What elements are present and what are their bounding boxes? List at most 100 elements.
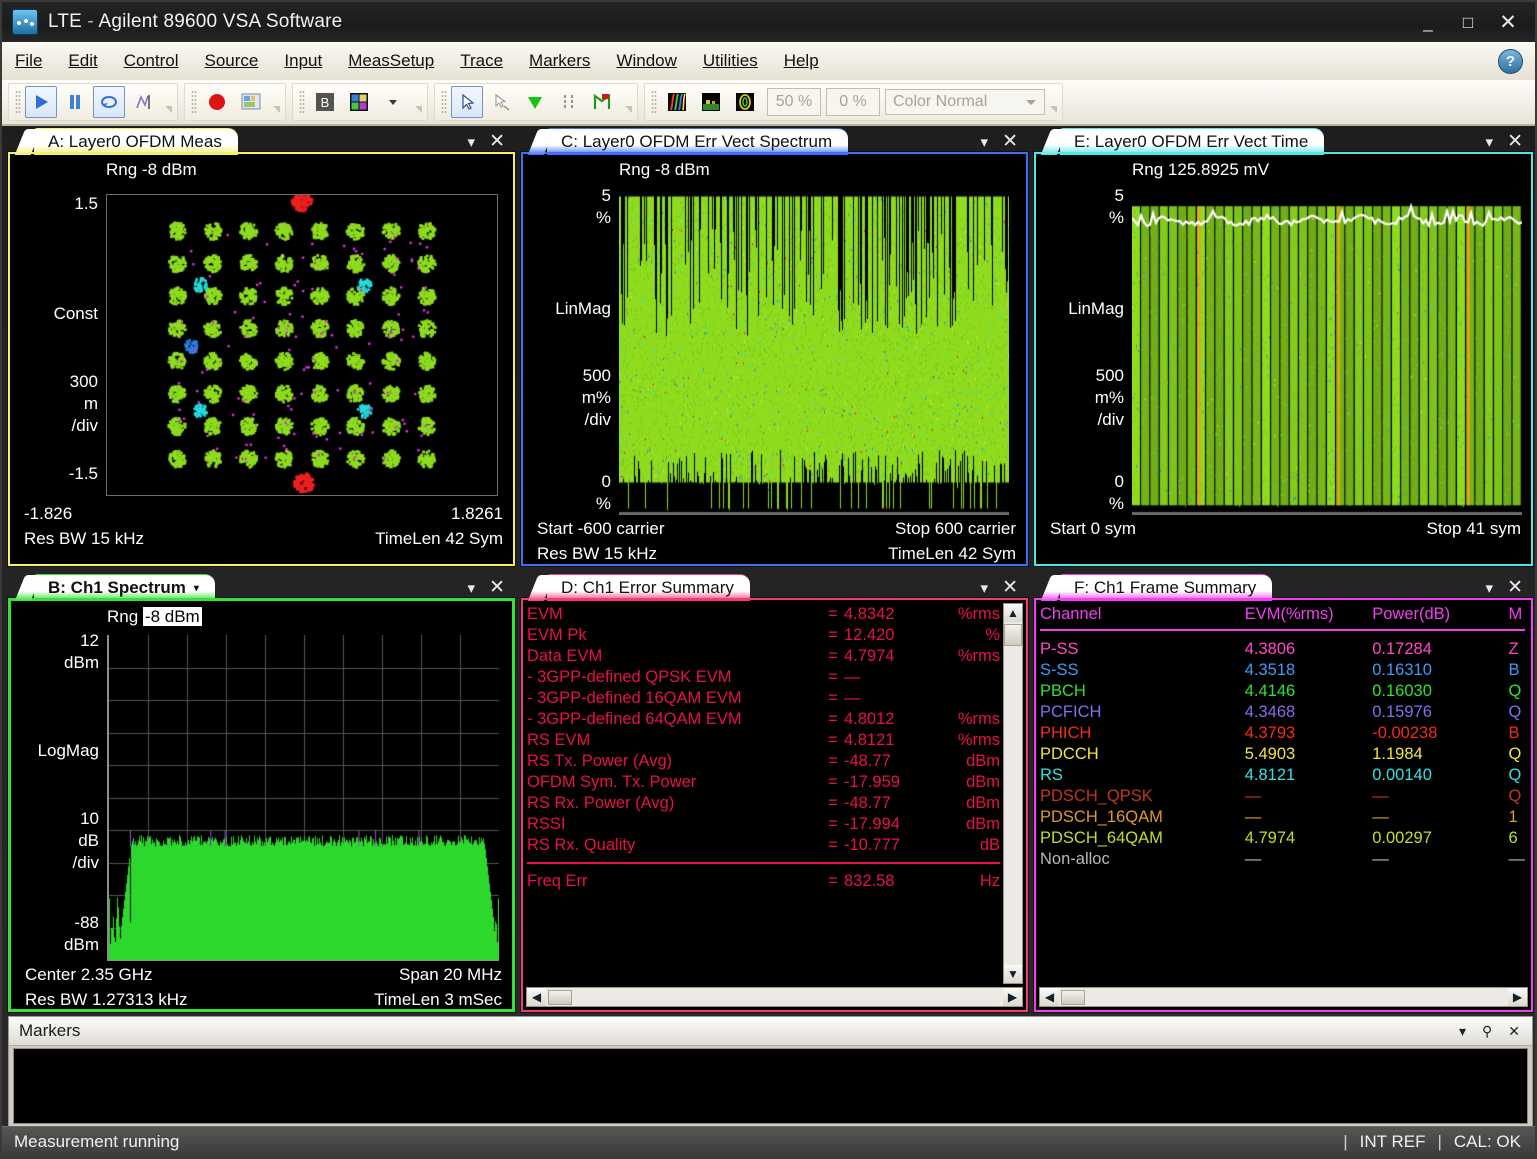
select-pointer-button[interactable] xyxy=(451,86,483,118)
toolbar-grip-icon[interactable] xyxy=(191,90,197,114)
pane-b-foot-right-1: Span 20 MHz xyxy=(399,965,502,984)
pane-f-frame-summary[interactable]: F: Ch1 Frame Summary ▾ ✕ Channel EVM(%rms… xyxy=(1034,574,1533,1012)
pane-d-tab[interactable]: D: Ch1 Error Summary xyxy=(547,574,750,601)
marker-band-button[interactable] xyxy=(553,86,585,118)
toolbar-overflow-icon[interactable] xyxy=(620,88,634,116)
scroll-thumb[interactable] xyxy=(548,989,572,1005)
pane-b-close-icon[interactable]: ✕ xyxy=(489,576,505,599)
color-scheme-select[interactable]: Color Normal xyxy=(885,89,1045,115)
menu-item-utilities[interactable]: Utilities xyxy=(691,48,770,74)
close-button[interactable]: ✕ xyxy=(1499,12,1517,33)
constellation-plot[interactable] xyxy=(106,194,498,496)
err-vect-time-plot[interactable] xyxy=(1132,190,1522,515)
pane-c-close-icon[interactable]: ✕ xyxy=(1002,130,1018,153)
toolbar-overflow-icon[interactable] xyxy=(268,88,282,116)
pane-e-err-vect-time[interactable]: E: Layer0 OFDM Err Vect Time ▾ ✕ Rng 125… xyxy=(1034,128,1533,566)
pane-b-ch1-spectrum[interactable]: B: Ch1 Spectrum ▾ ▾ ✕ Rng -8 dBm 12 dBm … xyxy=(8,574,515,1012)
marker-down-triangle-icon[interactable] xyxy=(519,86,551,118)
menu-item-source[interactable]: Source xyxy=(193,48,271,74)
error-row-label: RSSI xyxy=(527,815,566,833)
minimize-button[interactable]: _ xyxy=(1419,14,1437,31)
chevron-down-icon[interactable] xyxy=(1026,100,1036,105)
trace-b-button[interactable]: B xyxy=(309,86,341,118)
pane-b-controls: ▾ ✕ xyxy=(468,576,505,599)
restart-button[interactable] xyxy=(93,86,125,118)
svg-text:B: B xyxy=(321,95,330,110)
pane-f-menu-caret-icon[interactable]: ▾ xyxy=(1486,579,1494,597)
toolbar-grip-icon[interactable] xyxy=(441,90,447,114)
chevron-down-icon[interactable] xyxy=(377,86,409,118)
menu-item-control[interactable]: Control xyxy=(112,48,191,74)
pause-button[interactable] xyxy=(59,86,91,118)
pane-a-close-icon[interactable]: ✕ xyxy=(489,130,505,153)
play-button[interactable] xyxy=(25,86,57,118)
spectrum-plot[interactable] xyxy=(107,635,499,961)
err-vect-spectrum-plot[interactable] xyxy=(619,190,1009,515)
toolbar-overflow-icon[interactable] xyxy=(410,88,424,116)
pane-d-menu-caret-icon[interactable]: ▾ xyxy=(981,579,989,597)
trace-layout-button[interactable] xyxy=(343,86,375,118)
scroll-right-icon[interactable]: ▶ xyxy=(1003,988,1022,1006)
pane-e-menu-caret-icon[interactable]: ▾ xyxy=(1486,133,1494,151)
pane-b-tab-caret-icon[interactable]: ▾ xyxy=(194,583,199,594)
pane-b-menu-caret-icon[interactable]: ▾ xyxy=(468,579,476,597)
pane-c-menu-caret-icon[interactable]: ▾ xyxy=(981,133,989,151)
pane-a-menu-caret-icon[interactable]: ▾ xyxy=(468,133,476,151)
record-button[interactable] xyxy=(201,86,233,118)
pane-f-close-icon[interactable]: ✕ xyxy=(1507,576,1523,599)
spectrogram-button[interactable] xyxy=(695,86,727,118)
pane-d-close-icon[interactable]: ✕ xyxy=(1002,576,1018,599)
pane-a-layer0-ofdm-meas[interactable]: A: Layer0 OFDM Meas ▾ ✕ Rng -8 dBm 1.5 C… xyxy=(8,128,515,566)
scroll-thumb[interactable] xyxy=(1004,624,1022,646)
error-row-equals: = xyxy=(828,752,838,770)
scroll-up-icon[interactable]: ▲ xyxy=(1004,604,1022,622)
marker-flag-button[interactable] xyxy=(587,86,619,118)
help-icon[interactable]: ? xyxy=(1498,48,1523,74)
error-summary-vertical-scrollbar[interactable]: ▲ ▼ xyxy=(1003,603,1023,984)
maximize-button[interactable]: □ xyxy=(1459,14,1477,31)
markers-caret-icon[interactable]: ▾ xyxy=(1459,1023,1466,1040)
pane-c-err-vect-spectrum[interactable]: C: Layer0 OFDM Err Vect Spectrum ▾ ✕ Rng… xyxy=(521,128,1028,566)
scroll-left-icon[interactable]: ◀ xyxy=(1040,988,1059,1006)
menu-item-markers[interactable]: Markers xyxy=(517,48,602,74)
percent-field-2[interactable]: 0 % xyxy=(826,88,880,116)
markers-close-icon[interactable]: ✕ xyxy=(1508,1023,1520,1040)
toolbar-overflow-icon[interactable] xyxy=(1045,88,1059,116)
menu-item-meassetup[interactable]: MeasSetup xyxy=(336,48,446,74)
pane-e-close-icon[interactable]: ✕ xyxy=(1507,130,1523,153)
menu-item-window[interactable]: Window xyxy=(604,48,688,74)
pane-c-foot-left-1: Start -600 carrier xyxy=(537,519,665,538)
toolbar-grip-icon[interactable] xyxy=(15,90,21,114)
marker-pointer-button[interactable] xyxy=(485,86,517,118)
scroll-left-icon[interactable]: ◀ xyxy=(527,988,546,1006)
single-measurement-button[interactable] xyxy=(127,86,159,118)
menu-item-edit[interactable]: Edit xyxy=(56,48,109,74)
menu-item-input[interactable]: Input xyxy=(272,48,334,74)
toolbar-overflow-icon[interactable] xyxy=(160,88,174,116)
menu-item-trace[interactable]: Trace xyxy=(448,48,515,74)
markers-list[interactable] xyxy=(13,1048,1528,1124)
pane-c-tab[interactable]: C: Layer0 OFDM Err Vect Spectrum xyxy=(547,128,849,155)
frame-summary-horizontal-scrollbar[interactable]: ◀ ▶ xyxy=(1039,987,1528,1007)
markers-pin-icon[interactable]: ⚲ xyxy=(1482,1023,1492,1040)
pane-a-tab[interactable]: A: Layer0 OFDM Meas xyxy=(34,128,238,155)
color-trace-button[interactable] xyxy=(661,86,693,118)
menu-item-file[interactable]: File xyxy=(3,48,54,74)
pane-f-tab[interactable]: F: Ch1 Frame Summary xyxy=(1060,574,1273,601)
toolbar-grip-icon[interactable] xyxy=(651,90,657,114)
toolbar-grip-icon[interactable] xyxy=(299,90,305,114)
percent-field-1[interactable]: 50 % xyxy=(767,88,821,116)
pane-b-tab[interactable]: B: Ch1 Spectrum ▾ xyxy=(34,574,215,601)
error-row-label: Freq Err xyxy=(527,872,588,890)
menu-item-help[interactable]: Help xyxy=(772,48,831,74)
eye-diagram-button[interactable] xyxy=(729,86,761,118)
pane-b-range-value[interactable]: -8 dBm xyxy=(142,607,202,626)
scroll-right-icon[interactable]: ▶ xyxy=(1508,988,1527,1006)
error-summary-horizontal-scrollbar[interactable]: ◀ ▶ xyxy=(526,987,1023,1007)
frame-row-evm: — xyxy=(1244,850,1262,868)
pane-d-error-summary[interactable]: D: Ch1 Error Summary ▾ ✕ EVM = 4.8342 %rms E… xyxy=(521,574,1028,1012)
recording-playback-button[interactable] xyxy=(235,86,267,118)
scroll-thumb[interactable] xyxy=(1061,989,1085,1005)
scroll-down-icon[interactable]: ▼ xyxy=(1004,965,1022,983)
pane-e-tab[interactable]: E: Layer0 OFDM Err Vect Time xyxy=(1060,128,1325,155)
